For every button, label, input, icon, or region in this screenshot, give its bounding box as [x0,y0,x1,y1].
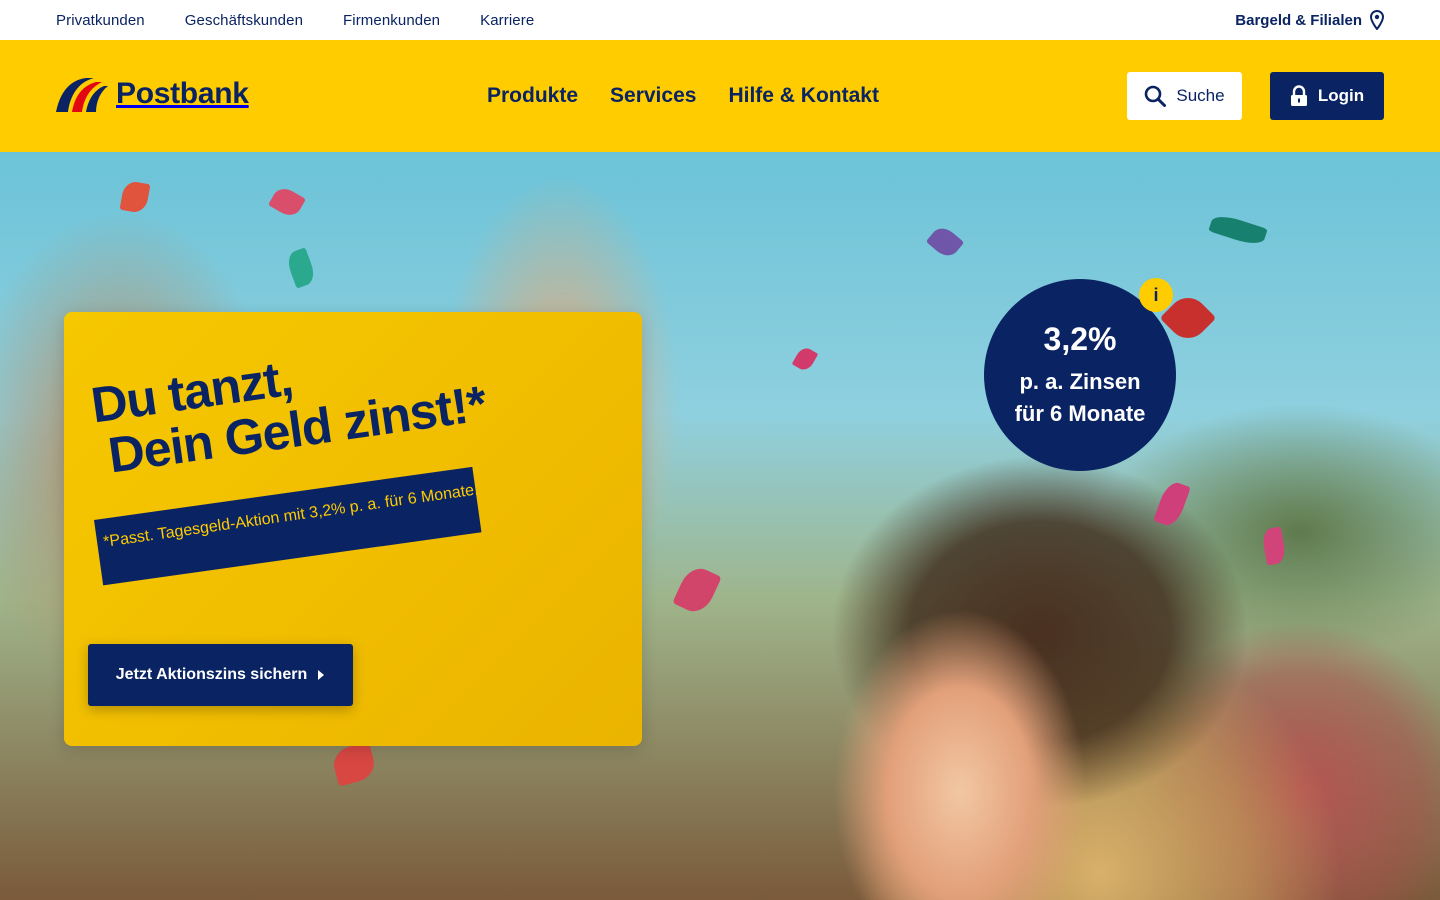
info-icon[interactable]: i [1139,278,1173,312]
confetti-piece [330,741,378,787]
login-label: Login [1317,86,1365,105]
segment-link-privatkunden[interactable]: Privatkunden [56,12,145,29]
branch-finder-label: Bargeld & Filialen [1235,11,1362,29]
confetti-piece [268,184,306,220]
utility-bar: Privatkunden Geschäftskunden Firmenkunde… [0,0,1440,40]
confetti-piece [1153,479,1191,529]
map-pin-icon [1370,10,1384,30]
lock-icon [1290,85,1307,106]
segment-link-firmenkunden[interactable]: Firmenkunden [343,12,440,29]
postbank-logo[interactable]: Postbank [56,76,249,112]
promo-card: Du tanzt, Dein Geld zinst!* *Passt. Tage… [64,312,642,746]
brand-name: Postbank [116,77,249,110]
branch-finder-link[interactable]: Bargeld & Filialen [1235,0,1384,40]
confetti-piece [1208,211,1268,249]
confetti-piece [284,247,318,289]
main-nav: Produkte Services Hilfe & Kontakt [487,40,911,152]
confetti-piece [1261,526,1287,566]
confetti-piece [672,562,722,618]
nav-hilfe-kontakt[interactable]: Hilfe & Kontakt [728,84,879,108]
postbank-logo-mark [56,78,108,112]
search-label: Suche [1176,86,1225,105]
login-button[interactable]: Login [1270,72,1384,120]
nav-produkte[interactable]: Produkte [487,84,578,108]
confetti-piece [925,223,965,261]
badge-rate: 3,2% [1043,321,1117,357]
badge-line-2: für 6 Monate [1014,401,1146,426]
segment-link-karriere[interactable]: Karriere [480,12,534,29]
search-button[interactable]: Suche [1127,72,1242,120]
badge-line-1: p. a. Zinsen [1019,369,1141,394]
nav-services[interactable]: Services [610,84,696,108]
main-header: Postbank Produkte Services Hilfe & Konta… [0,40,1440,152]
confetti-piece [119,179,151,215]
search-icon [1145,85,1167,107]
chevron-right-icon [318,670,325,680]
segment-nav: Privatkunden Geschäftskunden Firmenkunde… [56,0,574,40]
promo-headline: Du tanzt, Dein Geld zinst!* [88,326,489,484]
secure-rate-button[interactable]: Jetzt Aktionszins sichern [88,644,353,706]
confetti-piece [791,344,819,374]
cta-label: Jetzt Aktionszins sichern [115,666,308,683]
segment-link-geschaeftskunden[interactable]: Geschäftskunden [185,12,303,29]
